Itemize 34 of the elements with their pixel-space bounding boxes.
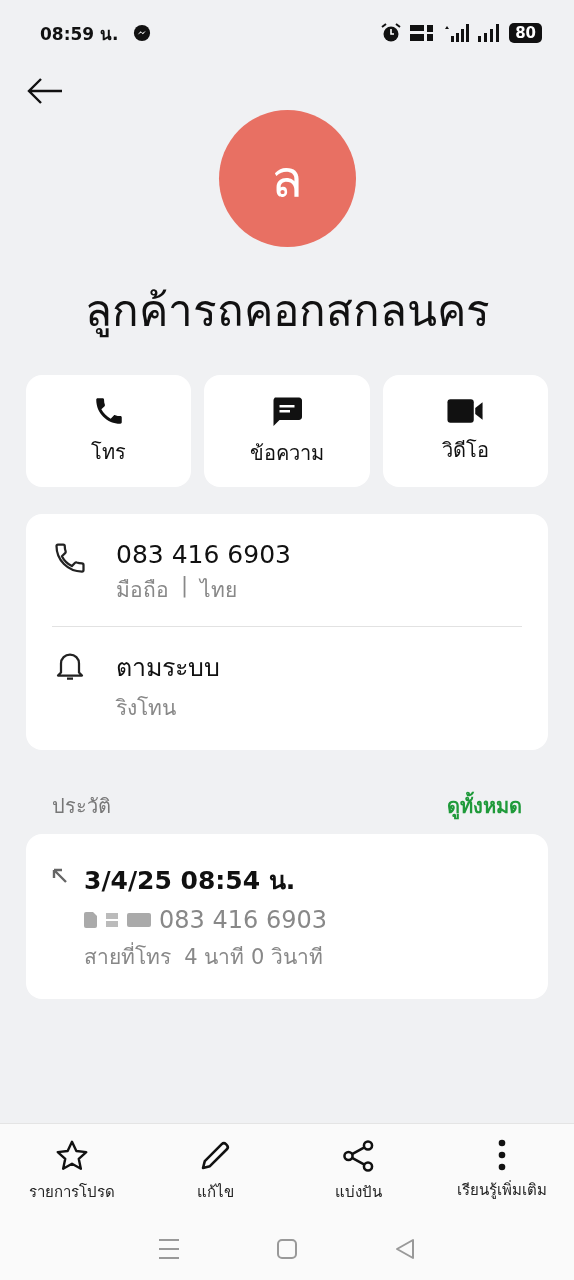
messenger-icon: [132, 24, 151, 42]
separator: |: [181, 573, 189, 600]
status-time: 08:59 น.: [40, 22, 119, 46]
detail-primary: 083 416 6903: [116, 540, 291, 569]
toolbar-button[interactable]: แบ่งปัน: [287, 1138, 431, 1204]
more-icon: [497, 1138, 508, 1172]
video-camera-icon: [446, 396, 485, 426]
action-button[interactable]: วิดีโอ: [382, 375, 548, 487]
back-button[interactable]: [26, 76, 64, 106]
home-icon[interactable]: [276, 1238, 298, 1260]
back-icon[interactable]: [394, 1238, 416, 1260]
detail-primary: ตามระบบ: [116, 652, 220, 684]
contact-name: ลูกค้ารถคอกสกลนคร: [84, 284, 490, 340]
history-title: ประวัติ: [52, 793, 111, 820]
call-number: 083 416 6903: [159, 906, 327, 934]
toolbar-button[interactable]: เรียนรู้เพิ่มเติม: [430, 1138, 574, 1204]
sim-card-icon: [84, 912, 97, 928]
action-button[interactable]: โทร: [26, 375, 192, 487]
detail-secondary: ริงโทน: [116, 695, 176, 722]
call-duration: สายที่โทร 4 นาที 0 วินาที: [84, 940, 327, 973]
menu-icon[interactable]: [158, 1238, 180, 1260]
toolbar-button[interactable]: รายการโปรด: [0, 1138, 144, 1204]
signal-icon: [443, 23, 470, 43]
call-datetime: 3/4/25 08:54 น.: [84, 865, 297, 897]
battery-level: 80: [509, 23, 542, 43]
contact-avatar: ล: [218, 110, 356, 247]
signal-icon: [477, 23, 502, 43]
toolbar-button[interactable]: แก้ไข: [143, 1138, 287, 1204]
call-history-card[interactable]: 3/4/25 08:54 น. 083 416 6903 สายที่โทร 4 นาที 0 วินาที: [26, 834, 548, 999]
alarm-clock-icon: [381, 23, 402, 43]
detail-secondary: ไทย: [200, 577, 238, 604]
action-button[interactable]: ข้อความ: [204, 375, 370, 487]
detail-secondary: มือถือ: [116, 577, 169, 604]
phone-icon: [52, 540, 88, 576]
